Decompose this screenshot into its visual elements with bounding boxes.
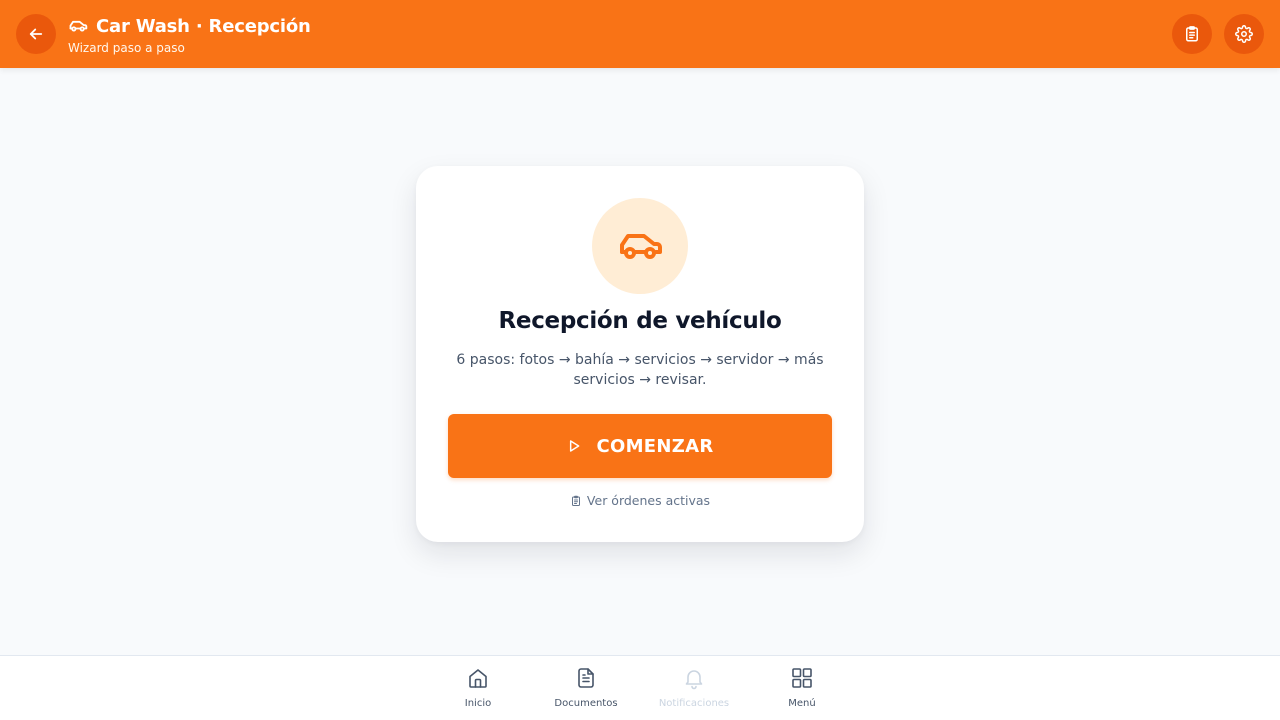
clipboard-icon [571,495,580,506]
gear-icon [1235,25,1253,43]
nav-item-label: Inicio [464,698,492,709]
home-icon [469,669,487,688]
clipboard-icon [1186,26,1198,42]
card-title: Recepción de vehículo [498,308,782,334]
nav-item-documentos[interactable]: Documentos [541,666,631,714]
back-button[interactable] [16,14,56,54]
grid-icon [792,668,812,688]
card-description: 6 pasos: fotos → bahía → servicios → ser… [456,352,824,388]
nav-item-label: Documentos [554,698,618,709]
reception-card: Recepción de vehículo 6 pasos: fotos → b… [416,166,864,542]
car-avatar [592,198,688,294]
page-subtitle: Wizard paso a paso [68,41,185,55]
nav-item-label: Notificaciones [658,698,730,709]
app-header: Car Wash · Recepción Wizard paso a paso [0,0,1280,68]
active-orders-link-label: Ver órdenes activas [586,493,711,508]
nav-item-label: Menú [788,698,816,709]
active-orders-link[interactable]: Ver órdenes activas [416,493,864,508]
nav-item-menu[interactable]: Menú [757,666,847,714]
nav-item-inicio[interactable]: Inicio [433,666,523,714]
car-icon [620,234,662,259]
arrow-left-icon [29,28,43,40]
play-icon [570,440,580,452]
bell-icon [685,670,703,690]
orders-button[interactable] [1172,14,1212,54]
document-icon [578,668,594,688]
page-title: Car Wash · Recepción [96,15,311,37]
settings-button[interactable] [1224,14,1264,54]
header-title-block: Car Wash · Recepción Wizard paso a paso [68,14,311,56]
bottom-nav: Inicio Documentos Notificaciones Menú [0,655,1280,720]
start-button[interactable]: COMENZAR [448,414,832,478]
nav-item-notificaciones[interactable]: Notificaciones [649,666,739,714]
car-icon [69,20,88,32]
start-button-label: COMENZAR [596,435,714,457]
